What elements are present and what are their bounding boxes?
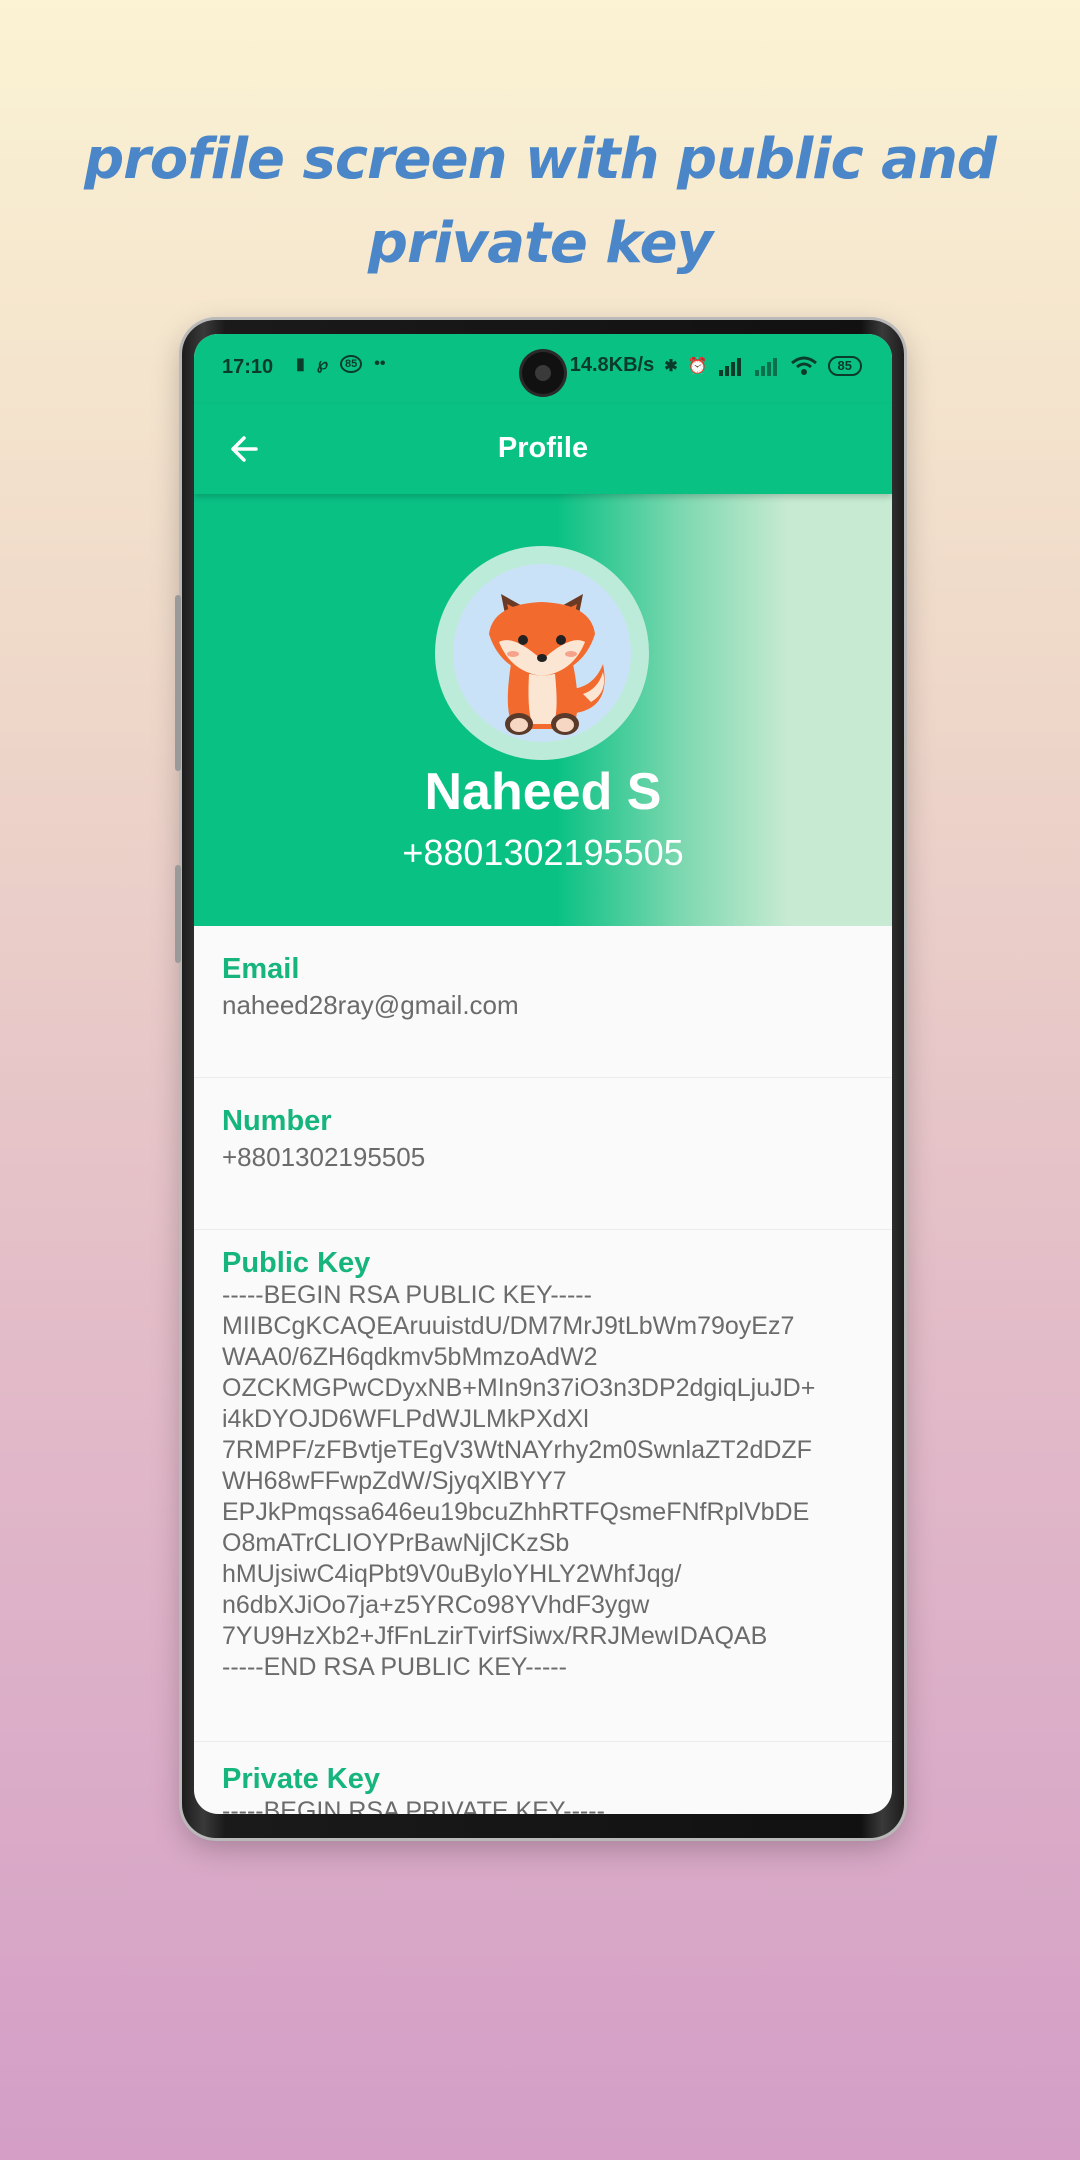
status-icons-right: 14.8KB/s ✱ ⏰ 85: [570, 354, 862, 377]
phone-screen: 17:10 ▮ ℘ 85 •• 14.8KB/s ✱ ⏰ 85 Profile …: [194, 334, 892, 1814]
public-key-line: EPJkPmqssa646eu19bcuZhhRTFQsmeFNfRplVbDE: [222, 1498, 810, 1526]
network-speed: 14.8KB/s: [569, 354, 655, 376]
power-button: [175, 865, 181, 963]
page-title: Profile: [497, 432, 589, 464]
front-camera: [522, 352, 564, 394]
public-key-line: WH68wFFwpZdW/SjyqXlBYY7: [222, 1467, 567, 1495]
public-key-label: Public Key: [222, 1247, 371, 1279]
status-icons-left: ▮ ℘ 85 ••: [296, 354, 385, 374]
headline-line-1: profile screen with public and: [84, 127, 997, 192]
alarm-icon: ⏰: [687, 357, 708, 375]
app-bar: Profile: [194, 404, 892, 494]
status-bar: 17:10 ▮ ℘ 85 •• 14.8KB/s ✱ ⏰ 85: [194, 334, 892, 404]
sim-icon: ▮: [296, 356, 305, 373]
battery-icon: 85: [827, 355, 862, 376]
volume-button: [175, 595, 181, 771]
profile-phone: +8801302195505: [402, 832, 684, 873]
wifi-icon: [790, 356, 817, 375]
signal-icon: [718, 357, 741, 376]
public-key-line: -----END RSA PUBLIC KEY-----: [222, 1653, 567, 1681]
number-value: +8801302195505: [222, 1142, 426, 1172]
public-key-line: 7RMPF/zFBvtjeTEgV3WtNAYrhy2m0SwnlaZT2dDZ…: [222, 1436, 812, 1464]
private-key-section[interactable]: Private Key -----BEGIN RSA PRIVATE KEY--…: [194, 1742, 892, 1814]
avatar[interactable]: [435, 546, 649, 760]
profile-name: Naheed S: [424, 763, 662, 821]
private-key-line: -----BEGIN RSA PRIVATE KEY-----: [222, 1797, 605, 1814]
more-dots-icon: ••: [374, 355, 386, 372]
fox-icon: [489, 594, 605, 735]
badge-icon: 85: [339, 355, 363, 373]
public-key-line: i4kDYOJD6WFLPdWJLMkPXdXl: [222, 1405, 589, 1433]
wifi-calling-icon: ℘: [316, 356, 328, 373]
number-section[interactable]: Number +8801302195505: [194, 1078, 892, 1230]
email-section[interactable]: Email naheed28ray@gmail.com: [194, 926, 892, 1078]
public-key-line: -----BEGIN RSA PUBLIC KEY-----: [222, 1281, 592, 1309]
status-time: 17:10: [222, 356, 274, 378]
public-key-value: -----BEGIN RSA PUBLIC KEY----- MIIBCgKCA…: [222, 1280, 892, 1683]
bluetooth-icon: ✱: [664, 357, 678, 375]
public-key-line: 7YU9HzXb2+JfFnLzirTvirfSiwx/RRJMewIDAQAB: [222, 1622, 768, 1650]
number-label: Number: [222, 1105, 332, 1137]
email-value: naheed28ray@gmail.com: [222, 990, 519, 1020]
headline-line-2: private key: [367, 211, 713, 276]
phone-frame: 17:10 ▮ ℘ 85 •• 14.8KB/s ✱ ⏰ 85 Profile …: [175, 320, 904, 1838]
private-key-label: Private Key: [222, 1763, 380, 1795]
public-key-line: hMUjsiwC4iqPbt9V0uByloYHLY2WhfJqg/: [222, 1560, 682, 1588]
public-key-section[interactable]: Public Key -----BEGIN RSA PUBLIC KEY----…: [194, 1230, 892, 1742]
public-key-line: WAA0/6ZH6qdkmv5bMmzoAdW2: [222, 1343, 598, 1371]
headline: profile screen with public and private k…: [0, 118, 1080, 286]
profile-header: Naheed S +8801302195505: [194, 494, 892, 926]
public-key-line: O8mATrCLIOYPrBawNjlCKzSb: [222, 1529, 570, 1557]
email-label: Email: [222, 953, 300, 985]
public-key-line: OZCKMGPwCDyxNB+MIn9n37iO3n3DP2dgiqLjuJD+: [222, 1374, 816, 1402]
fox-avatar-image: [453, 564, 631, 742]
signal-2-icon: [754, 357, 777, 376]
public-key-line: MIIBCgKCAQEAruuistdU/DM7MrJ9tLbWm79oyEz7: [222, 1312, 795, 1340]
public-key-line: n6dbXJiOo7ja+z5YRCo98YVhdF3ygw: [222, 1591, 650, 1619]
